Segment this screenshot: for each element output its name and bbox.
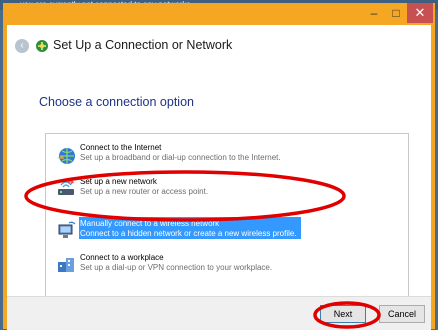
option-desc: Set up a new router or access point. [80,187,209,196]
network-setup-icon [36,40,48,52]
connection-options-list[interactable]: Connect to the Internet Set up a broadba… [45,133,409,319]
option-desc: Set up a dial-up or VPN connection to yo… [80,263,273,272]
back-arrow-button[interactable]: ‹ [15,39,29,53]
setup-connection-window: – □ ✕ ‹ Set Up a Connection or Network C… [3,3,435,330]
maximize-button[interactable]: □ [385,3,407,23]
workplace-icon [58,258,74,272]
option-connect-internet[interactable]: Connect to the Internet Set up a broadba… [46,140,408,170]
dialog-title: Set Up a Connection or Network [53,38,233,52]
option-new-network[interactable]: Set up a new network Set up a new router… [46,174,408,204]
wireless-computer-icon [58,221,76,238]
close-button[interactable]: ✕ [407,3,433,23]
router-icon [58,179,75,195]
cancel-button[interactable]: Cancel [379,305,425,323]
option-title: Set up a new network [80,177,157,186]
internet-globe-icon [57,148,75,164]
option-title: Connect to the Internet [80,143,162,152]
option-connect-workplace[interactable]: Connect to a workplace Set up a dial-up … [46,250,408,280]
option-desc: Connect to a hidden network or create a … [80,229,297,238]
dialog-client-area: ‹ Set Up a Connection or Network Choose … [7,25,431,330]
option-title: Manually connect to a wireless network [80,219,220,228]
dialog-footer: Next Cancel [7,296,431,330]
dialog-header: ‹ Set Up a Connection or Network [7,25,431,67]
option-title: Connect to a workplace [80,253,164,262]
title-bar[interactable]: – □ ✕ [3,3,435,25]
next-button[interactable]: Next [320,305,366,323]
page-heading: Choose a connection option [39,95,194,109]
option-desc: Set up a broadband or dial-up connection… [80,153,281,162]
option-manual-wireless[interactable]: Manually connect to a wireless network C… [46,216,408,246]
dialog-content: Choose a connection option Connect to th… [7,67,431,319]
minimize-button[interactable]: – [363,3,385,23]
